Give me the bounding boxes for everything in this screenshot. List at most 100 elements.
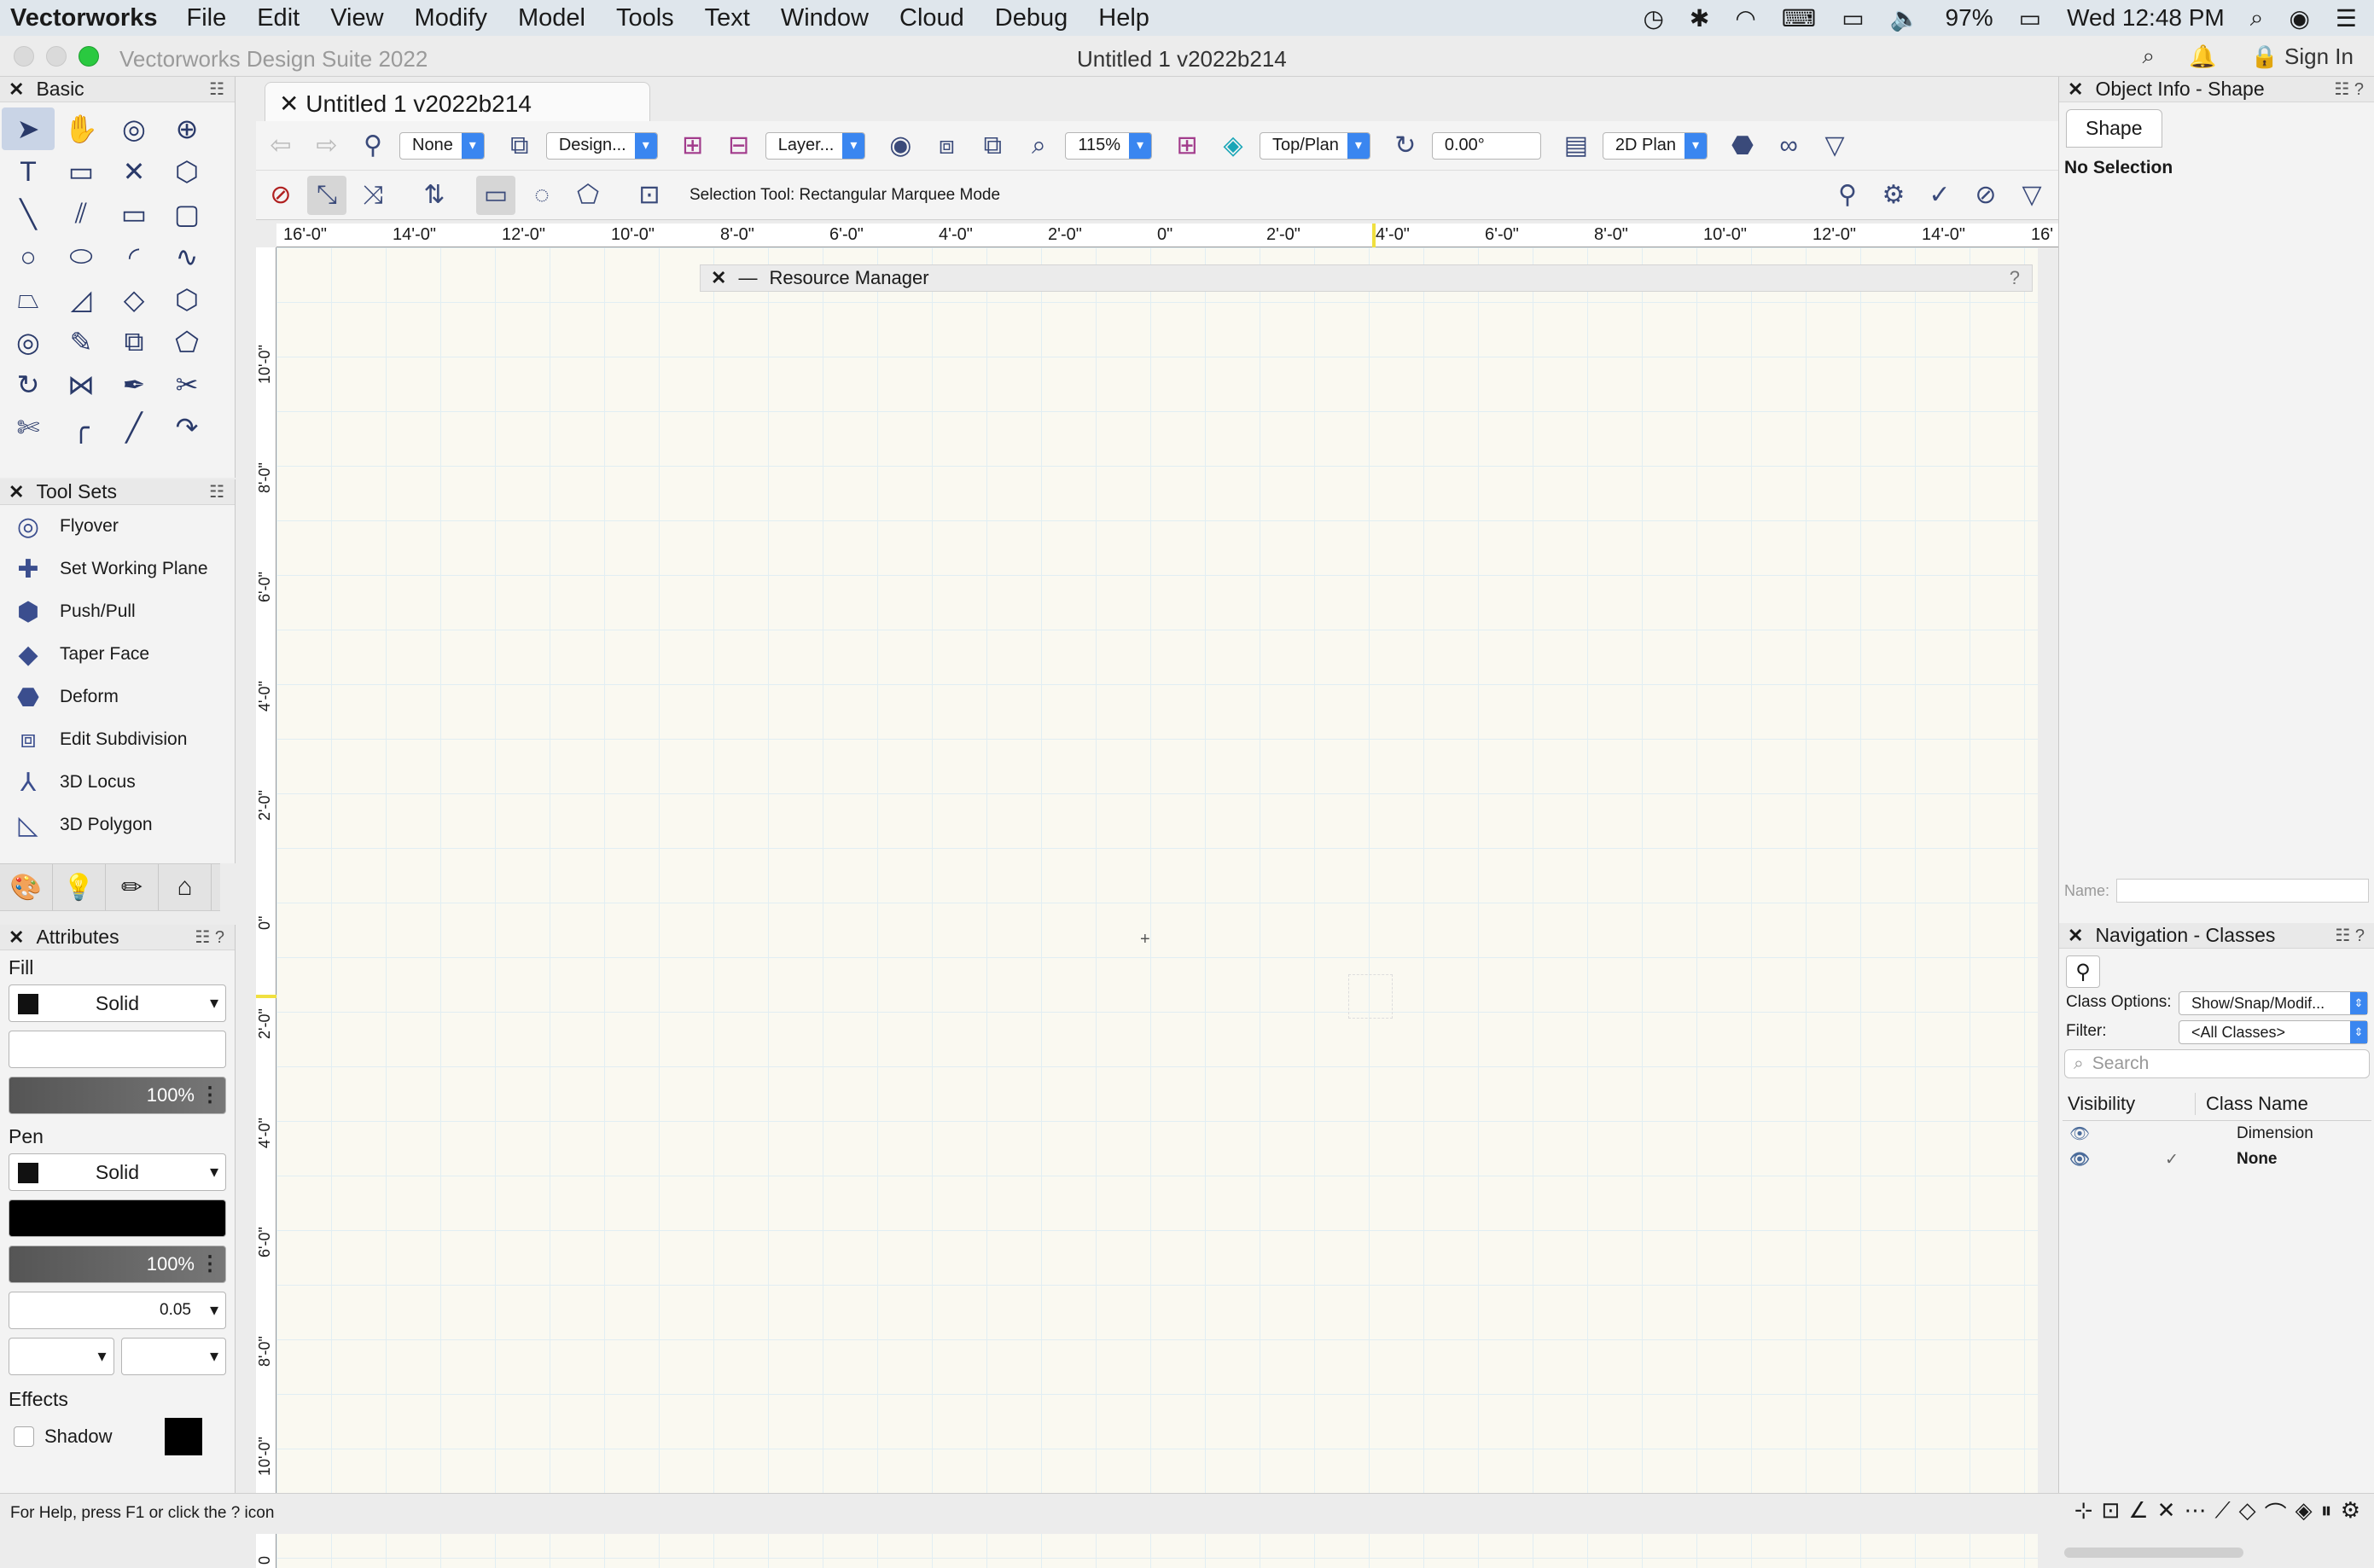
search-icon[interactable]: ⌕ [2143,43,2156,70]
snap-to-distance-icon[interactable]: ⋯ [2184,1497,2206,1529]
menu-file[interactable]: File [186,4,226,32]
class-name-column-header[interactable]: Class Name [2196,1093,2308,1115]
toolset-flyover[interactable]: ◎ Flyover [0,505,235,548]
locus-tool-icon[interactable]: ✕ [108,150,160,193]
palette-menu-icon[interactable]: ☷ ? [2334,78,2364,100]
menu-model[interactable]: Model [518,4,585,32]
siri-icon[interactable]: ◉ [2289,4,2309,32]
table-row[interactable]: 👁 Dimension [2059,1121,2374,1147]
toolset-deform[interactable]: ⬣ Deform [0,676,235,718]
menu-text[interactable]: Text [705,4,750,32]
fillet-tool-icon[interactable]: ╭ [55,406,108,449]
building-shell-tab-icon[interactable]: ⌂ [159,864,212,910]
zoom-window-button[interactable] [79,46,99,67]
snap-to-grid-icon[interactable]: ⊹ [2074,1497,2093,1529]
close-window-button[interactable] [14,46,34,67]
pen-color-swatch[interactable] [18,1163,38,1183]
snap-to-tangent-icon[interactable]: ⌒ [2265,1497,2287,1529]
more-options-icon[interactable]: ⋮ [200,1251,220,1276]
clock[interactable]: Wed 12:48 PM [2067,4,2225,32]
render-dropdown[interactable]: 2D Plan ▾ [1602,131,1708,160]
trim-tool-icon[interactable]: ✂ [160,363,213,406]
fill-color-swatch[interactable] [18,994,38,1014]
offset-tool-icon[interactable]: ⧉ [108,321,160,363]
flyover-tool-icon[interactable]: ◎ [108,107,160,150]
time-machine-icon[interactable]: ◷ [1643,4,1663,32]
close-icon[interactable]: ✕ [9,481,24,503]
menu-edit[interactable]: Edit [257,4,300,32]
double-line-polygon-tool-icon[interactable]: ◇ [108,278,160,321]
start-marker-dropdown[interactable]: ▾ [9,1338,114,1375]
selection-tool-icon[interactable]: ➤ [2,107,55,150]
zoom-icon[interactable]: ⌕ [1019,126,1058,166]
rotate-tool-icon[interactable]: ↻ [2,363,55,406]
close-tab-icon[interactable]: ✕ [279,90,305,117]
working-plane-snap-icon[interactable]: ◈ [2295,1497,2313,1529]
name-field[interactable] [2116,879,2369,903]
fill-color-field[interactable] [9,1031,226,1068]
resource-manager-bar[interactable]: ✕ — Resource Manager ? [700,264,2033,292]
smart-cursor-icon[interactable]: ✓ [1920,176,1959,215]
minimize-window-button[interactable] [46,46,67,67]
polygon-marquee-icon[interactable]: ⬠ [568,176,608,215]
polyline-tool-icon[interactable]: ⏢ [2,278,55,321]
eyedropper-tool-icon[interactable]: ✎ [55,321,108,363]
drafting-tab-icon[interactable]: ✏ [106,864,159,910]
palette-menu-icon[interactable]: ☷ ? [2335,925,2365,946]
pen-style-dropdown[interactable]: Solid ▾ [9,1153,226,1191]
zoom-page-icon[interactable]: ⧉ [973,126,1012,166]
classes-tab-icon[interactable]: ⚲ [2066,955,2100,988]
connect-tool-icon[interactable]: ↷ [160,406,213,449]
menu-window[interactable]: Window [781,4,869,32]
pause-icon[interactable]: ⏸ [2321,1497,2332,1529]
horizontal-scrollbar[interactable] [2064,1548,2243,1558]
palette-menu-icon[interactable]: ☷ ? [195,926,224,948]
more-icon[interactable]: ▽ [1815,126,1854,166]
close-icon[interactable]: ✕ [2068,925,2083,947]
chamfer-tool-icon[interactable]: ╱ [108,406,160,449]
close-icon[interactable]: ✕ [9,78,24,101]
airplay-icon[interactable]: ▭ [1842,4,1864,32]
freehand-tool-icon[interactable]: ∿ [160,235,213,278]
regular-polygon-tool-icon[interactable]: ⬡ [160,278,213,321]
menu-debug[interactable]: Debug [995,4,1068,32]
disable-interactive-scaling-icon[interactable]: ⊘ [261,176,300,215]
class-options-dropdown[interactable]: Show/Snap/Modif... ⇕ [2179,991,2368,1015]
line-weight-dropdown[interactable]: 0.05 ▾ [9,1292,226,1329]
end-marker-dropdown[interactable]: ▾ [120,1338,226,1375]
horizontal-ruler[interactable]: 16'-0" 14'-0" 12'-0" 10'-0" 8'-0" 6'-0" … [276,224,2058,247]
settings-icon[interactable]: ⚙ [2341,1497,2360,1529]
eye-icon[interactable]: 👁 [2059,1124,2127,1144]
line-tool-icon[interactable]: ╲ [2,193,55,235]
text-tool-icon[interactable]: T [2,150,55,193]
volume-icon[interactable]: 🔈 [1890,4,1920,32]
close-icon[interactable]: ✕ [9,926,24,949]
vertical-ruler[interactable]: 10'-0" 8'-0" 6'-0" 4'-0" 2'-0" 0" 2'-0" … [256,247,276,1568]
layers-icon[interactable]: ⧉ [500,126,539,166]
toolset-push-pull[interactable]: ⬢ Push/Pull [0,590,235,633]
snap-to-angle-icon[interactable]: ∠ [2128,1497,2148,1529]
lasso-marquee-icon[interactable]: ◌ [522,176,561,215]
zoom-tool-icon[interactable]: ⊕ [160,107,213,150]
layer-dropdown[interactable]: Layer... ▾ [765,131,866,160]
single-reshape-mode-icon[interactable]: ⤨ [353,176,393,215]
render-mode-icon[interactable]: ▤ [1556,126,1596,166]
toolset-3d-polygon[interactable]: ◺ 3D Polygon [0,804,235,846]
toolset-set-working-plane[interactable]: ✚ Set Working Plane [0,548,235,590]
callout-tool-icon[interactable]: ▭ [55,150,108,193]
search-input[interactable]: ⌕ Search [2064,1049,2370,1078]
view-options-icon[interactable]: ⊟ [719,126,759,166]
stereo-icon[interactable]: ∞ [1769,126,1808,166]
color-palette-tab-icon[interactable]: 🎨 [0,864,53,910]
snap-to-intersection-icon[interactable]: ✕ [2157,1497,2176,1529]
rectangular-marquee-mode-icon[interactable]: ⤡ [307,175,346,215]
rotate-plan-icon[interactable]: ↻ [1386,126,1425,166]
selection-options-icon[interactable]: ⊡ [630,176,669,215]
design-layer-dropdown[interactable]: Design... ▾ [545,131,658,160]
control-center-icon[interactable]: ☰ [2336,4,2357,32]
polygon-tool-icon[interactable]: ◿ [55,278,108,321]
shadow-checkbox[interactable] [14,1426,34,1447]
forward-icon[interactable]: ⇨ [307,126,346,166]
mirror-tool-icon[interactable]: ⋈ [55,363,108,406]
rotation-field[interactable]: 0.00° [1431,131,1541,160]
